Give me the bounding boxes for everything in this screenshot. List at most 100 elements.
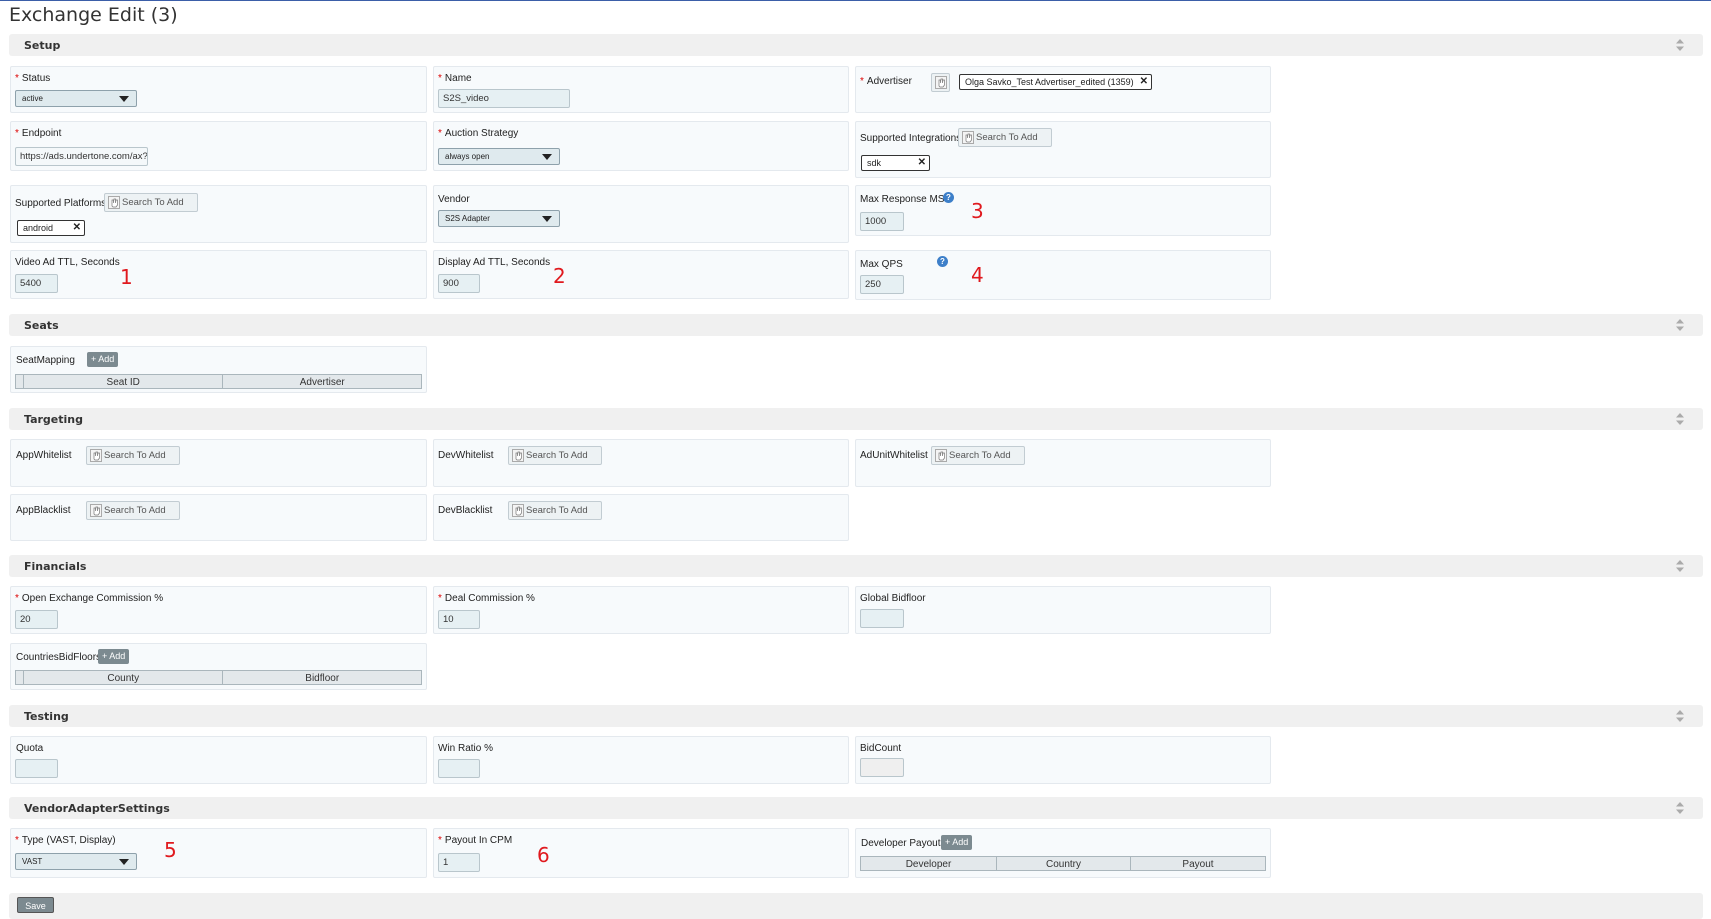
collapse-toggle-icon[interactable]: [1675, 318, 1685, 332]
remove-tag-icon[interactable]: ✕: [1140, 76, 1148, 87]
annotation-number: 5: [164, 838, 177, 862]
auction-strategy-field-box: * Auction Strategy always open: [433, 121, 849, 171]
section-title: Seats: [24, 319, 59, 332]
integration-tag: sdk ✕: [861, 155, 930, 171]
collapse-toggle-icon[interactable]: [1675, 559, 1685, 573]
global-bidfloor-input[interactable]: [860, 609, 904, 628]
add-seat-button[interactable]: + Add: [87, 352, 119, 367]
page-title: Exchange Edit (3): [9, 4, 178, 26]
column-header[interactable]: Developer: [861, 857, 996, 870]
advertiser-picker-icon[interactable]: [931, 73, 950, 92]
seat-mapping-table-header: Seat ID Advertiser: [15, 374, 422, 389]
remove-tag-icon[interactable]: ✕: [918, 157, 926, 168]
column-header[interactable]: Advertiser: [222, 375, 421, 388]
dev-whitelist-search-input[interactable]: Search To Add: [508, 446, 602, 465]
hand-pointer-icon: [962, 131, 974, 144]
section-seats-header[interactable]: Seats: [9, 314, 1703, 336]
display-ttl-input[interactable]: 900: [438, 274, 480, 293]
quota-input[interactable]: [15, 759, 58, 778]
max-qps-input[interactable]: 250: [860, 275, 904, 294]
help-icon[interactable]: ?: [943, 192, 954, 203]
status-field-box: * Status active: [10, 66, 427, 113]
dev-blacklist-search-input[interactable]: Search To Add: [508, 501, 602, 520]
column-header[interactable]: Seat ID: [22, 375, 223, 388]
supported-integrations-label: Supported Integrations: [860, 133, 962, 144]
endpoint-input[interactable]: https://ads.undertone.com/ax?zo: [15, 147, 148, 166]
seat-mapping-label: SeatMapping: [16, 355, 75, 366]
section-financials-header[interactable]: Financials: [9, 555, 1703, 577]
column-header[interactable]: Payout: [1130, 857, 1265, 870]
section-vendor-adapter-header[interactable]: VendorAdapterSettings: [9, 797, 1703, 819]
add-country-bidfloor-button[interactable]: + Add: [98, 649, 130, 664]
integrations-search-input[interactable]: Search To Add: [958, 128, 1052, 147]
collapse-toggle-icon[interactable]: [1675, 801, 1685, 815]
auction-strategy-label: * Auction Strategy: [438, 128, 519, 139]
video-ttl-box: Video Ad TTL, Seconds 5400: [10, 250, 427, 299]
dev-whitelist-box: DevWhitelist Search To Add: [433, 439, 849, 487]
app-whitelist-search-input[interactable]: Search To Add: [86, 446, 180, 465]
platforms-search-input[interactable]: Search To Add: [104, 193, 198, 212]
seat-mapping-box: SeatMapping + Add Seat ID Advertiser: [10, 346, 427, 393]
hand-pointer-icon: [512, 504, 524, 517]
name-input[interactable]: S2S_video: [438, 89, 570, 108]
section-setup-header[interactable]: Setup: [9, 34, 1703, 56]
open-commission-box: * Open Exchange Commission % 20: [10, 586, 427, 634]
section-title: Financials: [24, 560, 87, 573]
hand-pointer-icon: [90, 504, 102, 517]
chevron-down-icon: [119, 859, 129, 865]
bid-count-box: BidCount: [855, 736, 1271, 784]
bid-count-label: BidCount: [860, 743, 902, 754]
section-title: Testing: [24, 710, 69, 723]
hand-pointer-icon: [935, 449, 947, 462]
type-select[interactable]: VAST: [15, 853, 137, 870]
annotation-number: 1: [120, 265, 133, 289]
status-select[interactable]: active: [15, 90, 137, 107]
hand-pointer-icon: [90, 449, 102, 462]
video-ttl-label: Video Ad TTL, Seconds: [15, 257, 120, 268]
global-bidfloor-label: Global Bidfloor: [860, 593, 926, 604]
type-field-box: * Type (VAST, Display) VAST: [10, 828, 427, 878]
annotation-number: 3: [971, 199, 984, 223]
remove-tag-icon[interactable]: ✕: [73, 222, 81, 233]
countries-table-header: County Bidfloor: [15, 670, 422, 685]
max-response-input[interactable]: 1000: [860, 212, 904, 231]
deal-commission-input[interactable]: 10: [438, 610, 480, 629]
collapse-toggle-icon[interactable]: [1675, 709, 1685, 723]
supported-integrations-box: Supported Integrations Search To Add sdk…: [855, 121, 1271, 178]
advertiser-tag: Olga Savko_Test Advertiser_edited (1359)…: [959, 74, 1152, 90]
save-button[interactable]: Save: [17, 897, 54, 913]
collapse-toggle-icon[interactable]: [1675, 412, 1685, 426]
vendor-select[interactable]: S2S Adapter: [438, 210, 560, 227]
annotation-number: 4: [971, 263, 984, 287]
video-ttl-input[interactable]: 5400: [15, 274, 58, 293]
developer-payouts-label: Developer Payouts: [861, 838, 946, 849]
app-blacklist-box: AppBlacklist Search To Add: [10, 494, 427, 541]
hand-pointer-icon: [108, 196, 120, 209]
auction-strategy-select[interactable]: always open: [438, 148, 560, 165]
add-developer-payout-button[interactable]: + Add: [941, 835, 973, 850]
section-title: Setup: [24, 39, 61, 52]
collapse-toggle-icon[interactable]: [1675, 38, 1685, 52]
win-ratio-input[interactable]: [438, 759, 480, 778]
bid-count-input[interactable]: [860, 758, 904, 777]
max-response-box: Max Response MS ? 1000: [855, 185, 1271, 236]
payout-input[interactable]: 1: [438, 853, 480, 872]
adunit-whitelist-search-input[interactable]: Search To Add: [931, 446, 1025, 465]
chevron-down-icon: [542, 216, 552, 222]
section-targeting-header[interactable]: Targeting: [9, 408, 1703, 430]
quota-label: Quota: [16, 743, 44, 754]
chevron-down-icon: [542, 154, 552, 160]
countries-bidfloors-box: CountriesBidFloors + Add County Bidfloor: [10, 643, 427, 690]
deal-commission-box: * Deal Commission % 10: [433, 586, 849, 634]
help-icon[interactable]: ?: [937, 256, 948, 267]
endpoint-field-box: * Endpoint https://ads.undertone.com/ax?z…: [10, 121, 427, 171]
column-header[interactable]: Country: [996, 857, 1130, 870]
column-header[interactable]: County: [22, 671, 223, 684]
open-commission-input[interactable]: 20: [15, 610, 58, 629]
max-qps-label: Max QPS: [860, 259, 903, 270]
column-header[interactable]: Bidfloor: [222, 671, 421, 684]
section-testing-header[interactable]: Testing: [9, 705, 1703, 727]
name-label: * Name: [438, 73, 472, 84]
payout-label: * Payout In CPM: [438, 835, 513, 846]
app-blacklist-search-input[interactable]: Search To Add: [86, 501, 180, 520]
